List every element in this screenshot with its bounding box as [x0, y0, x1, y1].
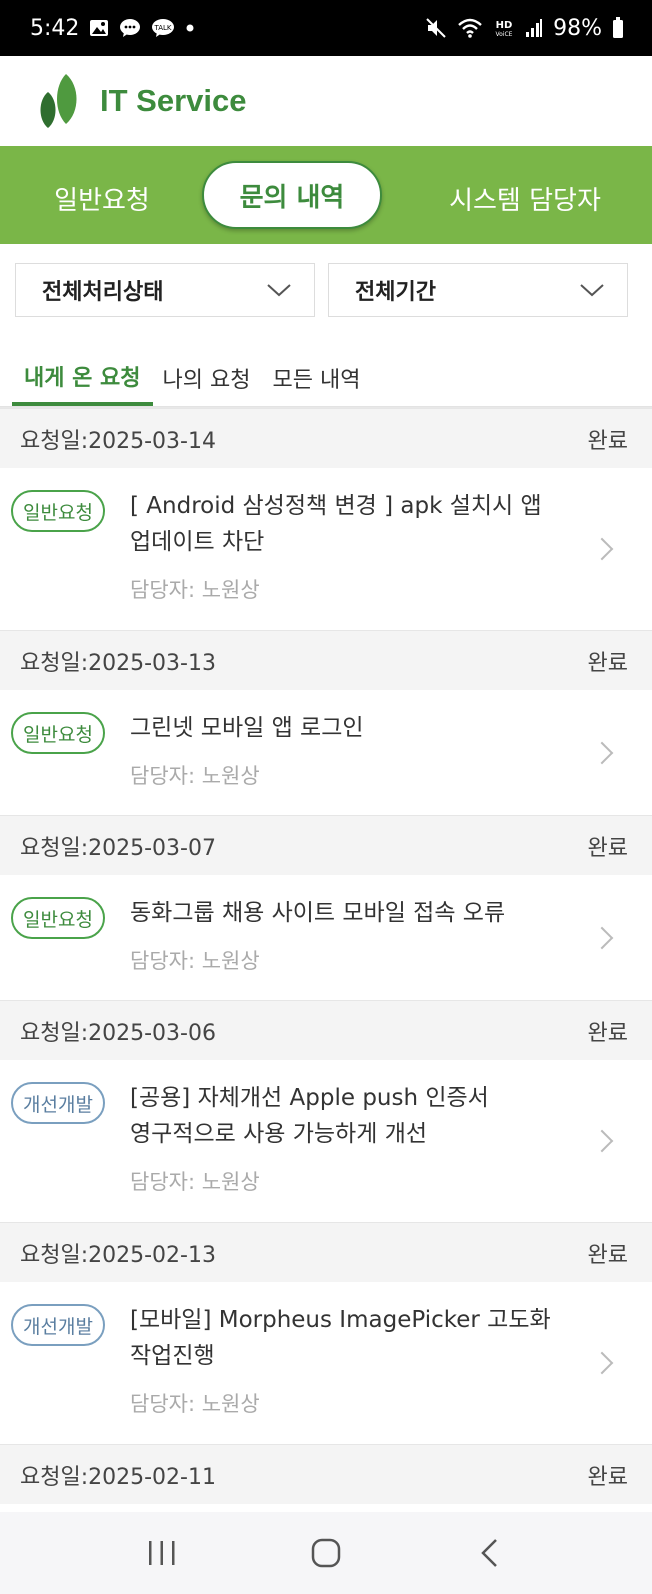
period-filter-value: 전체기간	[355, 280, 436, 305]
status-right: HD VoiCE 98%	[425, 16, 624, 41]
chevron-down-icon	[580, 284, 604, 297]
item-title-line: [공용] 자체개선 Apple push 인증서	[130, 1085, 489, 1111]
recent-apps-icon	[149, 1541, 175, 1565]
date-row: 요청일:2025-02-13 완료	[0, 1222, 652, 1282]
date-row: 요청일:2025-03-06 완료	[0, 1000, 652, 1060]
svg-text:VoiCE: VoiCE	[496, 31, 513, 38]
signal-icon	[525, 18, 543, 38]
list-item[interactable]: 일반요청 동화그룹 채용 사이트 모바일 접속 오류 담당자: 노원상	[0, 875, 652, 1000]
request-date: 요청일:2025-03-13	[20, 650, 216, 676]
item-title-line: 작업진행	[130, 1343, 215, 1369]
battery-icon	[612, 17, 624, 39]
item-title-line: 업데이트 차단	[130, 529, 265, 555]
type-badge: 일반요청	[11, 712, 105, 754]
chevron-right-icon	[590, 1351, 614, 1375]
chevron-right-icon	[590, 1129, 614, 1153]
app-title: IT Service	[100, 83, 247, 118]
sub-tabs: 내게 온 요청 나의 요청 모든 내역	[0, 350, 652, 408]
type-badge: 개선개발	[11, 1082, 105, 1124]
status-filter-value: 전체처리상태	[42, 280, 164, 305]
status-label: 완료	[587, 1242, 628, 1268]
wifi-icon	[457, 17, 483, 39]
battery-percent: 98%	[553, 15, 602, 41]
main-nav: 일반요청 문의 내역 시스템 담당자	[0, 146, 652, 244]
request-date: 요청일:2025-02-11	[20, 1464, 216, 1490]
item-title-line: [ Android 삼성정책 변경 ] apk 설치시 앱	[130, 493, 542, 519]
item-title-line: 동화그룹 채용 사이트 모바일 접속 오류	[130, 900, 506, 926]
chevron-down-icon	[267, 284, 291, 297]
status-time: 5:42	[30, 15, 80, 41]
type-badge: 일반요청	[11, 490, 105, 532]
item-title: 그린넷 모바일 앱 로그인	[130, 710, 582, 746]
home-icon	[311, 1538, 341, 1568]
date-row: 요청일:2025-03-13 완료	[0, 630, 652, 690]
request-date: 요청일:2025-03-14	[20, 428, 216, 454]
list-item[interactable]: 일반요청 그린넷 모바일 앱 로그인 담당자: 노원상	[0, 690, 652, 815]
status-label: 완료	[587, 835, 628, 861]
system-nav-bar	[0, 1512, 652, 1594]
item-title: [모바일] Morpheus ImagePicker 고도화 작업진행	[130, 1302, 582, 1374]
item-assignee: 담당자: 노원상	[130, 578, 260, 602]
item-title: [ Android 삼성정책 변경 ] apk 설치시 앱 업데이트 차단	[130, 488, 582, 560]
mute-icon	[425, 17, 447, 39]
date-row: 요청일:2025-03-07 완료	[0, 815, 652, 875]
tab-system-manager[interactable]: 시스템 담당자	[420, 180, 630, 217]
status-left: 5:42 TALK	[30, 16, 195, 41]
request-date: 요청일:2025-03-06	[20, 1020, 216, 1046]
list-item[interactable]: 일반요청 [ Android 삼성정책 변경 ] apk 설치시 앱 업데이트 …	[0, 468, 652, 630]
home-button[interactable]	[296, 1523, 356, 1583]
item-title-line: [모바일] Morpheus ImagePicker 고도화	[130, 1307, 551, 1333]
status-label: 완료	[587, 428, 628, 454]
request-date: 요청일:2025-03-07	[20, 835, 216, 861]
subtab-my-requests[interactable]: 나의 요청	[163, 350, 251, 406]
list-item[interactable]: 개선개발 [공용] 자체개선 Apple push 인증서 영구적으로 사용 가…	[0, 1060, 652, 1222]
hd-voice-icon: HD VoiCE	[493, 17, 515, 39]
subtab-all-history[interactable]: 모든 내역	[273, 350, 361, 406]
item-assignee: 담당자: 노원상	[130, 1392, 260, 1416]
period-filter-select[interactable]: 전체기간	[328, 263, 628, 317]
back-icon	[481, 1539, 497, 1567]
tab-inquiry-history[interactable]: 문의 내역	[202, 161, 382, 229]
item-title-line: 영구적으로 사용 가능하게 개선	[130, 1121, 428, 1147]
back-button[interactable]	[460, 1523, 520, 1583]
item-title: 동화그룹 채용 사이트 모바일 접속 오류	[130, 895, 582, 931]
talk-icon: TALK	[151, 18, 175, 38]
status-label: 완료	[587, 650, 628, 676]
type-badge: 일반요청	[11, 897, 105, 939]
item-assignee: 담당자: 노원상	[130, 949, 260, 973]
item-title-line: 그린넷 모바일 앱 로그인	[130, 715, 364, 741]
item-assignee: 담당자: 노원상	[130, 1170, 260, 1194]
recent-apps-button[interactable]	[132, 1523, 192, 1583]
status-filter-select[interactable]: 전체처리상태	[15, 263, 315, 317]
subtab-received-requests[interactable]: 내게 온 요청	[12, 350, 153, 406]
leaf-logo	[40, 74, 77, 128]
date-row: 요청일:2025-02-11 완료	[0, 1444, 652, 1504]
status-bar: 5:42 TALK HD VoiCE 98%	[0, 0, 652, 56]
date-row: 요청일:2025-03-14 완료	[0, 408, 652, 468]
request-list: 요청일:2025-03-14 완료 일반요청 [ Android 삼성정책 변경…	[0, 408, 652, 1504]
type-badge: 개선개발	[11, 1304, 105, 1346]
item-title: [공용] 자체개선 Apple push 인증서 영구적으로 사용 가능하게 개…	[130, 1080, 582, 1152]
image-icon	[89, 18, 109, 38]
app-header: IT Service	[0, 56, 652, 146]
svg-text:TALK: TALK	[154, 24, 172, 32]
dot-icon	[185, 23, 195, 33]
chevron-right-icon	[590, 537, 614, 561]
request-date: 요청일:2025-02-13	[20, 1242, 216, 1268]
chat-bubble-icon	[119, 18, 141, 38]
tab-general-request[interactable]: 일반요청	[32, 180, 172, 217]
status-label: 완료	[587, 1020, 628, 1046]
list-item[interactable]: 개선개발 [모바일] Morpheus ImagePicker 고도화 작업진행…	[0, 1282, 652, 1444]
svg-text:HD: HD	[496, 20, 513, 31]
status-label: 완료	[587, 1464, 628, 1490]
item-assignee: 담당자: 노원상	[130, 764, 260, 788]
